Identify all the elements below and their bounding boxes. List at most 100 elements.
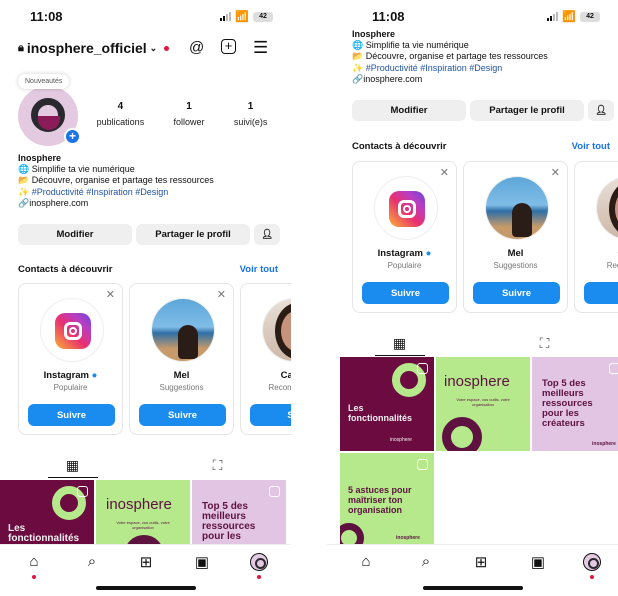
- reels-icon[interactable]: ▣: [189, 553, 215, 571]
- search-icon[interactable]: ⌕: [413, 553, 439, 570]
- tab-posts-grid[interactable]: ▦: [0, 452, 145, 478]
- stat-publications[interactable]: 4 publications: [97, 101, 145, 130]
- instagram-logo-icon: [389, 191, 425, 227]
- battery-icon: 42: [580, 11, 600, 22]
- verified-icon: ●: [91, 370, 98, 381]
- edit-profile-button[interactable]: Modifier: [352, 100, 466, 121]
- chevron-down-icon: ⌄: [149, 42, 158, 53]
- share-profile-button[interactable]: Partager le profil: [470, 100, 584, 121]
- signal-icon: [220, 12, 232, 21]
- suggestions-header: Contacts à découvrir Voir tout: [352, 141, 610, 152]
- note-bubble[interactable]: Nouveautés: [18, 74, 70, 89]
- profile-avatar[interactable]: +: [18, 86, 81, 146]
- profile-nav-avatar[interactable]: [250, 553, 268, 571]
- create-icon[interactable]: ⊞: [468, 553, 494, 571]
- profile-screen-right: 11:08 📶 42 Inosphere 🌐 Simplifie ta vie …: [327, 0, 618, 596]
- card-subtitle: Reco par Ir: [606, 261, 618, 270]
- add-story-icon[interactable]: +: [64, 128, 81, 145]
- username-switcher[interactable]: 🔒︎ inosphere_officiel ⌄: [18, 40, 170, 56]
- post-tile[interactable]: Top 5 des meilleurs ressources pour les …: [532, 357, 618, 451]
- verified-icon: ●: [425, 248, 432, 259]
- posts-grid: Les fonctionnalités inosphere inosphere …: [340, 357, 618, 547]
- home-icon[interactable]: ⌂: [353, 553, 379, 570]
- bio-link[interactable]: 🔗inosphere.com: [352, 74, 617, 85]
- suggestion-card[interactable]: ✕ Mel Suggestions Suivre: [129, 283, 234, 435]
- profile-screen-left: 11:08 📶 42 🔒︎ inosphere_officiel ⌄ @ + ☰…: [0, 0, 291, 596]
- suggestion-card[interactable]: ✕ Instagram ● Populaire Suivre: [352, 161, 457, 313]
- home-indicator: [422, 586, 523, 590]
- follow-button[interactable]: Su: [250, 404, 291, 426]
- profile-stats: 4 publications 1 follower 1 suivi(e)s: [82, 101, 282, 130]
- signal-icon: [547, 12, 559, 21]
- card-subtitle: Recom par In: [268, 383, 291, 392]
- post-tile[interactable]: 5 astuces pour maîtriser ton organisatio…: [340, 453, 434, 547]
- username: inosphere_officiel: [26, 40, 147, 56]
- home-icon[interactable]: ⌂: [21, 553, 47, 570]
- tab-tagged[interactable]: ⛶: [472, 330, 617, 356]
- card-name: Mel: [507, 248, 524, 259]
- see-all-link[interactable]: Voir tout: [240, 264, 278, 275]
- bio-line: 🌐 Simplifie ta vie numérique: [18, 164, 135, 175]
- follow-button[interactable]: S: [584, 282, 618, 304]
- share-profile-button[interactable]: Partager le profil: [136, 224, 250, 245]
- card-subtitle: Suggestions: [159, 383, 204, 392]
- profile-nav-avatar[interactable]: [583, 553, 601, 571]
- suggestions-header: Contacts à découvrir Voir tout: [18, 264, 278, 275]
- profile-bio: Inosphere 🌐 Simplifie ta vie numérique 📂…: [18, 153, 283, 209]
- threads-icon[interactable]: @: [189, 39, 204, 57]
- bio-line: 🌐 Simplifie ta vie numérique: [352, 40, 469, 51]
- bio-line: 📂 Découvre, organise et partage tes ress…: [352, 51, 548, 62]
- bio-hashtags[interactable]: ✨ #Productivité #Inspiration #Design: [18, 187, 283, 198]
- post-tile[interactable]: Les fonctionnalités inosphere: [340, 357, 434, 451]
- stat-following[interactable]: 1 suivi(e)s: [234, 101, 268, 130]
- card-name: Instagram ●: [377, 248, 432, 259]
- notification-dot: [164, 45, 170, 51]
- close-icon[interactable]: ✕: [217, 288, 226, 301]
- search-icon[interactable]: ⌕: [79, 553, 105, 570]
- suggestion-card[interactable]: ✕ Mel Suggestions Suivre: [463, 161, 568, 313]
- create-post-icon[interactable]: +: [221, 39, 236, 54]
- lock-icon: 🔒︎: [18, 41, 24, 54]
- create-icon[interactable]: ⊞: [133, 553, 159, 571]
- suggestions-title: Contacts à découvrir: [18, 264, 113, 275]
- follow-button[interactable]: Suivre: [139, 404, 226, 426]
- card-subtitle: Populaire: [53, 383, 88, 392]
- see-all-link[interactable]: Voir tout: [572, 141, 610, 152]
- status-bar: 11:08 📶 42: [0, 0, 291, 36]
- tab-posts-grid[interactable]: ▦: [327, 330, 472, 356]
- close-icon[interactable]: ✕: [106, 288, 115, 301]
- close-icon[interactable]: ✕: [440, 166, 449, 179]
- suggestion-card[interactable]: Can Reco par Ir S: [574, 161, 618, 313]
- suggestion-card[interactable]: ✕ Instagram ● Populaire Suivre: [18, 283, 123, 435]
- home-indicator: [95, 586, 196, 590]
- suggestion-cards: ✕ Instagram ● Populaire Suivre ✕ Mel Sug…: [352, 161, 618, 313]
- profile-tabs: ▦ ⛶: [0, 452, 291, 478]
- follow-button[interactable]: Suivre: [473, 282, 560, 304]
- profile-tabs: ▦ ⛶: [327, 330, 618, 356]
- card-subtitle: Suggestions: [493, 261, 538, 270]
- post-tile[interactable]: inosphere Votre espace, vos outils, votr…: [436, 357, 530, 451]
- card-name: Instagram ●: [43, 370, 98, 381]
- add-person-icon[interactable]: 👤︎: [254, 224, 280, 245]
- profile-bio: Inosphere 🌐 Simplifie ta vie numérique 📂…: [352, 29, 617, 85]
- bio-hashtags[interactable]: ✨ #Productivité #Inspiration #Design: [352, 63, 617, 74]
- stat-followers[interactable]: 1 follower: [174, 101, 205, 130]
- follow-button[interactable]: Suivre: [362, 282, 449, 304]
- follow-button[interactable]: Suivre: [28, 404, 115, 426]
- reels-icon[interactable]: ▣: [525, 553, 551, 571]
- bio-link[interactable]: 🔗inosphere.com: [18, 198, 283, 209]
- tab-tagged[interactable]: ⛶: [145, 452, 290, 478]
- edit-profile-button[interactable]: Modifier: [18, 224, 132, 245]
- profile-name: Inosphere: [18, 153, 62, 163]
- instagram-logo-icon: [55, 313, 91, 349]
- close-icon[interactable]: ✕: [551, 166, 560, 179]
- wifi-icon: 📶: [235, 11, 249, 23]
- suggestion-card[interactable]: Cand Recom par In Su: [240, 283, 291, 435]
- wifi-icon: 📶: [562, 11, 576, 23]
- add-person-icon[interactable]: 👤︎: [588, 100, 614, 121]
- suggestions-title: Contacts à découvrir: [352, 141, 447, 152]
- card-name: Mel: [173, 370, 190, 381]
- menu-icon[interactable]: ☰: [253, 39, 268, 57]
- profile-header: 🔒︎ inosphere_officiel ⌄ @ + ☰: [0, 36, 291, 62]
- clock: 11:08: [30, 9, 63, 24]
